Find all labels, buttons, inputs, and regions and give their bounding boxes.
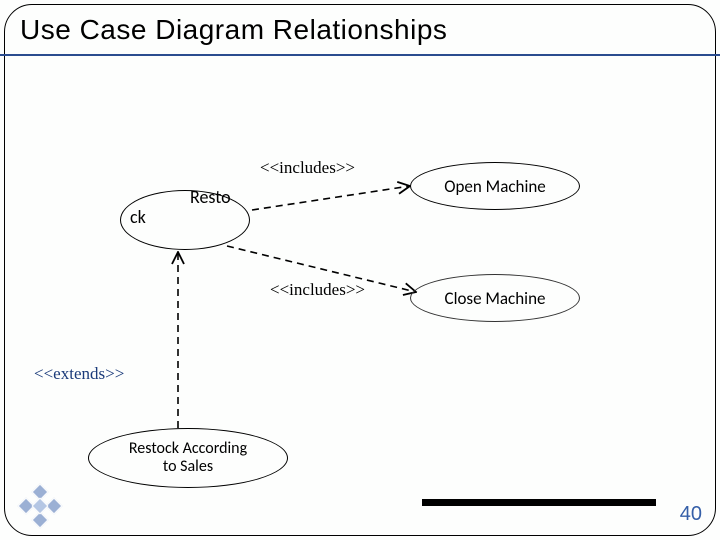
footer-bar xyxy=(422,499,656,506)
restock-sales-line1: Restock According xyxy=(129,440,247,458)
stereotype-extends: <<extends>> xyxy=(34,364,124,384)
page-number: 40 xyxy=(680,503,702,526)
restock-line2: ck xyxy=(130,208,250,228)
usecase-restock-label: Resto ck xyxy=(130,188,250,228)
close-machine-label: Close Machine xyxy=(445,288,546,309)
page-title: Use Case Diagram Relationships xyxy=(20,14,447,46)
usecase-open-machine: Open Machine xyxy=(410,162,580,210)
restock-sales-line2: to Sales xyxy=(163,458,213,476)
title-underline xyxy=(0,54,720,56)
usecase-close-machine: Close Machine xyxy=(410,274,580,322)
logo-icon xyxy=(20,486,60,526)
usecase-diagram: Resto ck Open Machine Close Machine Rest… xyxy=(0,60,720,500)
restock-line1: Resto xyxy=(130,188,250,208)
usecase-restock-according-to-sales: Restock According to Sales xyxy=(88,428,288,488)
stereotype-includes-1: <<includes>> xyxy=(260,158,355,178)
open-machine-label: Open Machine xyxy=(444,176,546,197)
stereotype-includes-2: <<includes>> xyxy=(270,280,365,300)
